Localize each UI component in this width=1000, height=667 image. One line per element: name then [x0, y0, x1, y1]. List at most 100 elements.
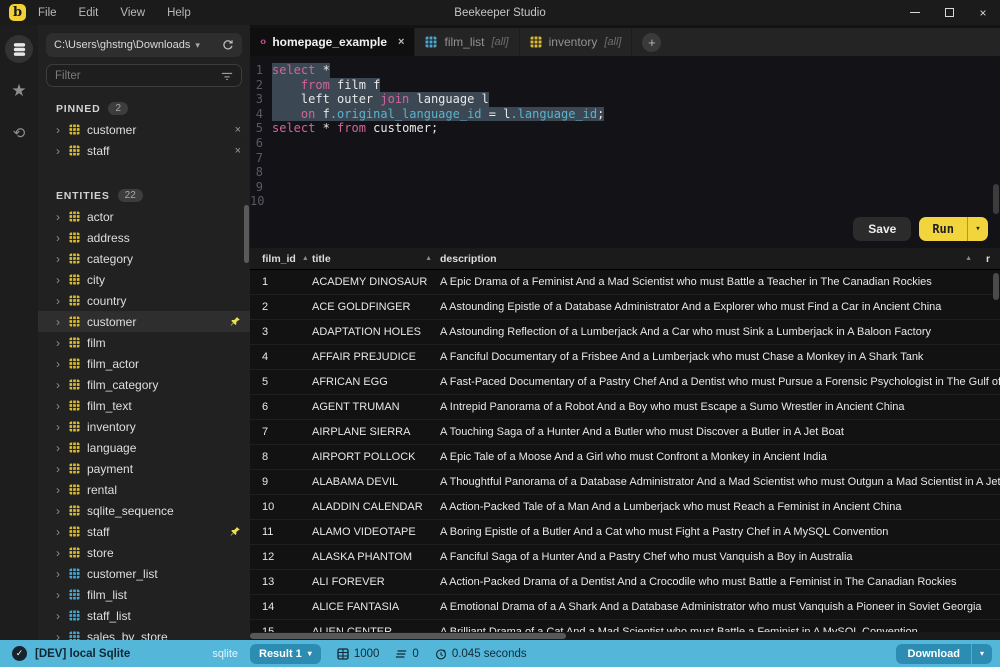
results-scrollbar[interactable] — [993, 273, 999, 300]
cell-title[interactable]: AFRICAN EGG — [312, 376, 440, 388]
chevron-right-icon[interactable]: › — [56, 378, 69, 392]
cell-title[interactable]: ALI FOREVER — [312, 576, 440, 588]
table-row[interactable]: 11 ALAMO VIDEOTAPE A Boring Epistle of a… — [250, 520, 1000, 545]
cell-film-id[interactable]: 2 — [250, 301, 312, 313]
chevron-right-icon[interactable]: › — [56, 144, 69, 158]
pin-icon[interactable] — [230, 316, 241, 327]
refresh-icon[interactable] — [222, 39, 234, 51]
chevron-right-icon[interactable]: › — [56, 399, 69, 413]
entity-item[interactable]: › customer_list — [38, 563, 250, 584]
cell-title[interactable]: AGENT TRUMAN — [312, 401, 440, 413]
close-button[interactable]: × — [966, 0, 1000, 25]
chevron-right-icon[interactable]: › — [56, 504, 69, 518]
maximize-button[interactable] — [932, 0, 966, 25]
cell-title[interactable]: ALAMO VIDEOTAPE — [312, 526, 440, 538]
chevron-right-icon[interactable]: › — [56, 315, 69, 329]
tab[interactable]: ‹› inventory [all] × — [520, 28, 633, 56]
entity-item[interactable]: › film_category — [38, 374, 250, 395]
tab[interactable]: ‹› homepage_example × — [250, 28, 415, 56]
chevron-right-icon[interactable]: › — [56, 462, 69, 476]
entity-item[interactable]: › category — [38, 248, 250, 269]
new-tab-button[interactable]: + — [642, 33, 661, 52]
entity-item[interactable]: › sales_by_store — [38, 626, 250, 640]
chevron-right-icon[interactable]: › — [56, 609, 69, 623]
table-row[interactable]: 1 ACADEMY DINOSAUR A Epic Drama of a Fem… — [250, 270, 1000, 295]
editor-line[interactable]: 8 — [250, 165, 1000, 180]
entity-item[interactable]: › store — [38, 542, 250, 563]
sidebar-scrollbar[interactable] — [244, 205, 249, 263]
cell-description[interactable]: A Touching Saga of a Hunter And a Butler… — [440, 426, 1000, 438]
filter-input[interactable]: Filter — [46, 64, 242, 87]
editor-line[interactable]: 3 left outer join language l — [250, 92, 1000, 107]
tables-nav-icon[interactable] — [5, 35, 33, 63]
editor-line[interactable]: 6 — [250, 136, 1000, 151]
cell-description[interactable]: A Emotional Drama of a A Shark And a Dat… — [440, 601, 1000, 613]
column-header-description[interactable]: description▲ — [440, 253, 986, 265]
cell-description[interactable]: A Fanciful Saga of a Hunter And a Pastry… — [440, 551, 1000, 563]
entity-item[interactable]: › film_text — [38, 395, 250, 416]
cell-film-id[interactable]: 13 — [250, 576, 312, 588]
connection-selector[interactable]: C:\Users\ghstng\Downloads ▾ — [46, 33, 242, 57]
editor-line[interactable]: 10 — [250, 194, 1000, 209]
pinned-item[interactable]: › customer × — [38, 119, 250, 140]
cell-description[interactable]: A Fast-Paced Documentary of a Pastry Che… — [440, 376, 1000, 388]
table-row[interactable]: 3 ADAPTATION HOLES A Astounding Reflecti… — [250, 320, 1000, 345]
cell-film-id[interactable]: 9 — [250, 476, 312, 488]
horizontal-scrollbar-track[interactable] — [250, 632, 1000, 640]
chevron-right-icon[interactable]: › — [56, 210, 69, 224]
cell-description[interactable]: A Astounding Epistle of a Database Admin… — [440, 301, 1000, 313]
editor-line[interactable]: 2 from film f — [250, 78, 1000, 93]
chevron-right-icon[interactable]: › — [56, 336, 69, 350]
chevron-right-icon[interactable]: › — [56, 252, 69, 266]
cell-film-id[interactable]: 1 — [250, 276, 312, 288]
cell-film-id[interactable]: 7 — [250, 426, 312, 438]
chevron-right-icon[interactable]: › — [56, 294, 69, 308]
connection-status[interactable]: ✓ [DEV] local Sqlite sqlite — [0, 646, 250, 661]
entity-item[interactable]: › rental — [38, 479, 250, 500]
chevron-right-icon[interactable]: › — [56, 567, 69, 581]
table-row[interactable]: 12 ALASKA PHANTOM A Fanciful Saga of a H… — [250, 545, 1000, 570]
cell-description[interactable]: A Epic Tale of a Moose And a Girl who mu… — [440, 451, 1000, 463]
cell-film-id[interactable]: 12 — [250, 551, 312, 563]
chevron-right-icon[interactable]: › — [56, 273, 69, 287]
editor-line[interactable]: 1 select * — [250, 63, 1000, 78]
chevron-right-icon[interactable]: › — [56, 525, 69, 539]
entity-item[interactable]: › language — [38, 437, 250, 458]
download-button[interactable]: Download ▾ — [896, 644, 992, 664]
chevron-right-icon[interactable]: › — [56, 357, 69, 371]
entity-item[interactable]: › city — [38, 269, 250, 290]
column-header-clipped[interactable]: r — [986, 253, 1000, 265]
cell-description[interactable]: A Epic Drama of a Feminist And a Mad Sci… — [440, 276, 1000, 288]
table-row[interactable]: 2 ACE GOLDFINGER A Astounding Epistle of… — [250, 295, 1000, 320]
chevron-right-icon[interactable]: › — [56, 630, 69, 641]
sort-asc-icon[interactable]: ▲ — [965, 255, 972, 262]
run-label[interactable]: Run — [919, 217, 967, 241]
tab[interactable]: ‹› film_list [all] × — [415, 28, 519, 56]
editor-scrollbar[interactable] — [993, 184, 999, 214]
chevron-right-icon[interactable]: › — [56, 231, 69, 245]
cell-title[interactable]: ALABAMA DEVIL — [312, 476, 440, 488]
table-row[interactable]: 13 ALI FOREVER A Action-Packed Drama of … — [250, 570, 1000, 595]
unpin-close-icon[interactable]: × — [235, 124, 241, 136]
cell-title[interactable]: AFFAIR PREJUDICE — [312, 351, 440, 363]
entity-item[interactable]: › film — [38, 332, 250, 353]
run-button[interactable]: Run ▾ — [919, 217, 988, 241]
cell-description[interactable]: A Thoughtful Panorama of a Database Admi… — [440, 476, 1000, 488]
filter-icon[interactable] — [221, 71, 233, 81]
editor-line[interactable]: 7 — [250, 151, 1000, 166]
cell-film-id[interactable]: 6 — [250, 401, 312, 413]
unpin-close-icon[interactable]: × — [235, 145, 241, 157]
table-row[interactable]: 15 ALIEN CENTER A Brilliant Drama of a C… — [250, 620, 1000, 632]
entity-item[interactable]: › customer — [38, 311, 250, 332]
chevron-right-icon[interactable]: › — [56, 441, 69, 455]
editor-line[interactable]: 4 on f.original_language_id = l.language… — [250, 107, 1000, 122]
menu-item[interactable]: Edit — [79, 7, 99, 19]
entity-item[interactable]: › film_list — [38, 584, 250, 605]
entity-item[interactable]: › payment — [38, 458, 250, 479]
cell-title[interactable]: ALICE FANTASIA — [312, 601, 440, 613]
sort-asc-icon[interactable]: ▲ — [425, 255, 432, 262]
run-options-caret-icon[interactable]: ▾ — [968, 217, 988, 241]
table-row[interactable]: 6 AGENT TRUMAN A Intrepid Panorama of a … — [250, 395, 1000, 420]
chevron-right-icon[interactable]: › — [56, 483, 69, 497]
cell-title[interactable]: AIRPLANE SIERRA — [312, 426, 440, 438]
